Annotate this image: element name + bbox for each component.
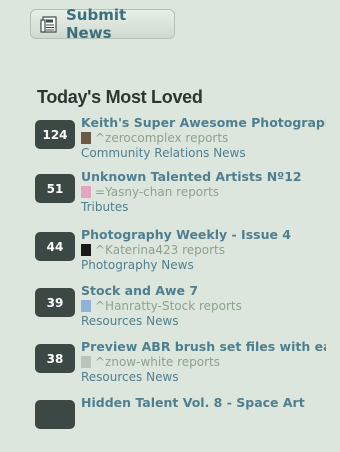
news-document-icon bbox=[40, 15, 58, 33]
category-link[interactable]: Resources News bbox=[81, 370, 179, 384]
news-title-link[interactable]: Unknown Talented Artists Nº12 bbox=[81, 169, 326, 184]
category-link[interactable]: Resources News bbox=[81, 314, 179, 328]
list-item: 51 Unknown Talented Artists Nº12 =Yasny-… bbox=[0, 166, 340, 226]
love-count-badge[interactable]: 39 bbox=[35, 288, 75, 317]
list-item: 38 Preview ABR brush set files with eas … bbox=[0, 336, 340, 396]
reporter-line: ^zerocomplex reports bbox=[81, 131, 228, 145]
submit-news-label: Submit News bbox=[66, 6, 127, 42]
reporter-link[interactable]: =Yasny-chan reports bbox=[95, 185, 219, 199]
user-avatar-icon bbox=[81, 300, 91, 312]
love-count-badge[interactable]: 51 bbox=[35, 174, 75, 203]
love-count-badge[interactable] bbox=[35, 400, 75, 429]
reporter-link[interactable]: ^znow-white reports bbox=[95, 355, 220, 369]
reporter-line: ^znow-white reports bbox=[81, 355, 220, 369]
news-title-link[interactable]: Photography Weekly - Issue 4 bbox=[81, 227, 326, 242]
section-title: Today's Most Loved bbox=[37, 87, 203, 107]
reporter-line: ^Katerina423 reports bbox=[81, 243, 225, 257]
user-avatar-icon bbox=[81, 132, 91, 144]
news-title-link[interactable]: Keith's Super Awesome Photography bbox=[81, 115, 326, 130]
reporter-link[interactable]: ^Katerina423 reports bbox=[95, 243, 225, 257]
list-item: 39 Stock and Awe 7 ^Hanratty-Stock repor… bbox=[0, 280, 340, 340]
news-title-link[interactable]: Stock and Awe 7 bbox=[81, 283, 326, 298]
reporter-line: =Yasny-chan reports bbox=[81, 185, 219, 199]
list-item: 44 Photography Weekly - Issue 4 ^Katerin… bbox=[0, 224, 340, 284]
news-title-link[interactable]: Hidden Talent Vol. 8 - Space Art bbox=[81, 395, 326, 410]
list-item: Hidden Talent Vol. 8 - Space Art bbox=[0, 392, 340, 452]
category-link[interactable]: Tributes bbox=[81, 200, 128, 214]
list-item: 124 Keith's Super Awesome Photography ^z… bbox=[0, 112, 340, 172]
love-count-badge[interactable]: 38 bbox=[35, 344, 75, 373]
reporter-link[interactable]: ^zerocomplex reports bbox=[95, 131, 228, 145]
user-avatar-icon bbox=[81, 186, 91, 198]
user-avatar-icon bbox=[81, 244, 91, 256]
reporter-line: ^Hanratty-Stock reports bbox=[81, 299, 242, 313]
love-count-badge[interactable]: 44 bbox=[35, 232, 75, 261]
category-link[interactable]: Community Relations News bbox=[81, 146, 246, 160]
love-count-badge[interactable]: 124 bbox=[35, 120, 75, 149]
reporter-link[interactable]: ^Hanratty-Stock reports bbox=[95, 299, 242, 313]
news-title-link[interactable]: Preview ABR brush set files with eas bbox=[81, 339, 326, 354]
category-link[interactable]: Photography News bbox=[81, 258, 194, 272]
submit-news-button[interactable]: Submit News bbox=[30, 6, 175, 42]
user-avatar-icon bbox=[81, 356, 91, 368]
